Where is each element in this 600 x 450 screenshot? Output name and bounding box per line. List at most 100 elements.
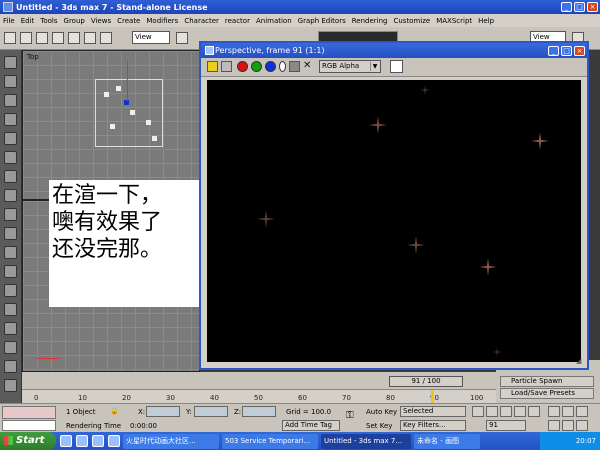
blue-channel-icon[interactable]: [265, 61, 276, 72]
maximize-viewport-icon[interactable]: [576, 420, 588, 431]
rendered-frame-window: Perspective, frame 91 (1:1) _ □ × ✕ RGB …: [199, 41, 589, 370]
pixel-color-swatch[interactable]: [390, 60, 403, 73]
key-filters-button[interactable]: Key Filters...: [400, 420, 466, 431]
lights-icon[interactable]: [4, 208, 17, 221]
load-save-presets-button[interactable]: Load/Save Presets: [500, 388, 594, 399]
quicklaunch-icon[interactable]: [60, 435, 72, 447]
cameras-icon[interactable]: [4, 227, 17, 240]
maxscript-mini-field[interactable]: [2, 420, 56, 431]
menu-graph-editors[interactable]: Graph Editors: [295, 17, 349, 25]
auto-key-label[interactable]: Auto Key: [366, 408, 397, 416]
rotate-icon[interactable]: [84, 32, 96, 44]
add-time-tag-button[interactable]: Add Time Tag: [282, 420, 340, 431]
zoom-all-icon[interactable]: [562, 420, 574, 431]
taskbar-item[interactable]: 503 Service Temporari...: [222, 433, 318, 449]
clear-icon[interactable]: ✕: [303, 61, 314, 72]
display-icon[interactable]: [4, 132, 17, 145]
spacewarps-icon[interactable]: [4, 284, 17, 297]
schematic-icon[interactable]: [4, 360, 17, 373]
monochrome-icon[interactable]: [289, 61, 300, 72]
field-of-view-icon[interactable]: [548, 420, 560, 431]
curve-editor-icon[interactable]: [4, 379, 17, 392]
x-coordinate-field[interactable]: [146, 406, 180, 417]
menu-help[interactable]: Help: [475, 17, 497, 25]
menu-file[interactable]: File: [0, 17, 18, 25]
lock-icon[interactable]: 🔒: [110, 407, 119, 415]
geometry-icon[interactable]: [4, 265, 17, 278]
taskbar-item-active[interactable]: Untitled - 3ds max 7...: [321, 433, 411, 449]
hierarchy-icon[interactable]: [4, 94, 17, 107]
key-selection-dropdown[interactable]: Selected: [400, 406, 466, 417]
menu-customize[interactable]: Customize: [390, 17, 433, 25]
move-icon[interactable]: [68, 32, 80, 44]
resize-grip-icon[interactable]: ◢: [576, 357, 585, 366]
quicklaunch-icon[interactable]: [92, 435, 104, 447]
window-crossing-icon[interactable]: [52, 32, 64, 44]
menu-maxscript[interactable]: MAXScript: [433, 17, 475, 25]
region-select-icon[interactable]: [36, 32, 48, 44]
helpers-icon[interactable]: [4, 189, 17, 202]
menu-tools[interactable]: Tools: [37, 17, 60, 25]
menu-reactor[interactable]: reactor: [222, 17, 253, 25]
menu-edit[interactable]: Edit: [18, 17, 38, 25]
systems-icon[interactable]: [4, 303, 17, 316]
particle: [146, 120, 151, 125]
render-minimize-button[interactable]: _: [548, 45, 559, 56]
maximize-button[interactable]: □: [574, 2, 585, 12]
menu-views[interactable]: Views: [88, 17, 114, 25]
orbit-icon[interactable]: [576, 406, 588, 417]
scale-icon[interactable]: [100, 32, 112, 44]
start-button[interactable]: Start: [0, 432, 56, 450]
shapes-icon[interactable]: [4, 246, 17, 259]
utilities-icon[interactable]: [4, 151, 17, 164]
pivot-icon[interactable]: [176, 32, 188, 44]
render-setup-icon[interactable]: [4, 341, 17, 354]
play-icon[interactable]: [500, 406, 512, 417]
pan-icon[interactable]: [562, 406, 574, 417]
save-bitmap-icon[interactable]: [207, 61, 218, 72]
taskbar-item[interactable]: 未命名 - 画图: [414, 433, 480, 449]
motion-icon[interactable]: [4, 113, 17, 126]
particle-spawn-button[interactable]: Particle Spawn: [500, 376, 594, 387]
display-channel-dropdown[interactable]: RGB Alpha ▼: [319, 60, 381, 73]
reference-coordinate-dropdown[interactable]: View: [132, 31, 170, 44]
menu-animation[interactable]: Animation: [253, 17, 295, 25]
close-button[interactable]: ×: [587, 2, 598, 12]
y-coordinate-field[interactable]: [194, 406, 228, 417]
modify-icon[interactable]: [4, 75, 17, 88]
green-channel-icon[interactable]: [251, 61, 262, 72]
particles-icon[interactable]: [4, 170, 17, 183]
minimize-button[interactable]: _: [561, 2, 572, 12]
zoom-icon[interactable]: [548, 406, 560, 417]
set-key-label[interactable]: Set Key: [366, 422, 392, 430]
goto-start-icon[interactable]: [472, 406, 484, 417]
materials-icon[interactable]: [4, 322, 17, 335]
clone-frame-icon[interactable]: [221, 61, 232, 72]
select-icon[interactable]: [4, 32, 16, 44]
quicklaunch-icon[interactable]: [76, 435, 88, 447]
current-frame-spinner[interactable]: 91: [486, 420, 526, 431]
particle-emitter-box[interactable]: [95, 79, 163, 147]
select-by-name-icon[interactable]: [20, 32, 32, 44]
red-channel-icon[interactable]: [237, 61, 248, 72]
top-viewport[interactable]: Top: [22, 50, 200, 200]
menu-group[interactable]: Group: [61, 17, 88, 25]
taskbar-item[interactable]: 火星时代动画大社区...: [123, 433, 219, 449]
maxscript-listener-field[interactable]: [2, 406, 56, 419]
next-frame-icon[interactable]: [514, 406, 526, 417]
quicklaunch-icon[interactable]: [108, 435, 120, 447]
menu-character[interactable]: Character: [181, 17, 222, 25]
create-icon[interactable]: [4, 56, 17, 69]
menu-create[interactable]: Create: [114, 17, 143, 25]
time-slider[interactable]: 91 / 100: [389, 376, 463, 387]
render-close-button[interactable]: ×: [574, 45, 585, 56]
time-ruler[interactable]: 0 10 20 30 40 50 60 70 80 90 100: [22, 389, 496, 404]
menu-rendering[interactable]: Rendering: [349, 17, 391, 25]
previous-frame-icon[interactable]: [486, 406, 498, 417]
alpha-channel-icon[interactable]: [279, 61, 286, 72]
display-channel-value: RGB Alpha: [322, 62, 360, 70]
goto-end-icon[interactable]: [528, 406, 540, 417]
menu-modifiers[interactable]: Modifiers: [143, 17, 181, 25]
render-maximize-button[interactable]: □: [561, 45, 572, 56]
z-coordinate-field[interactable]: [242, 406, 276, 417]
